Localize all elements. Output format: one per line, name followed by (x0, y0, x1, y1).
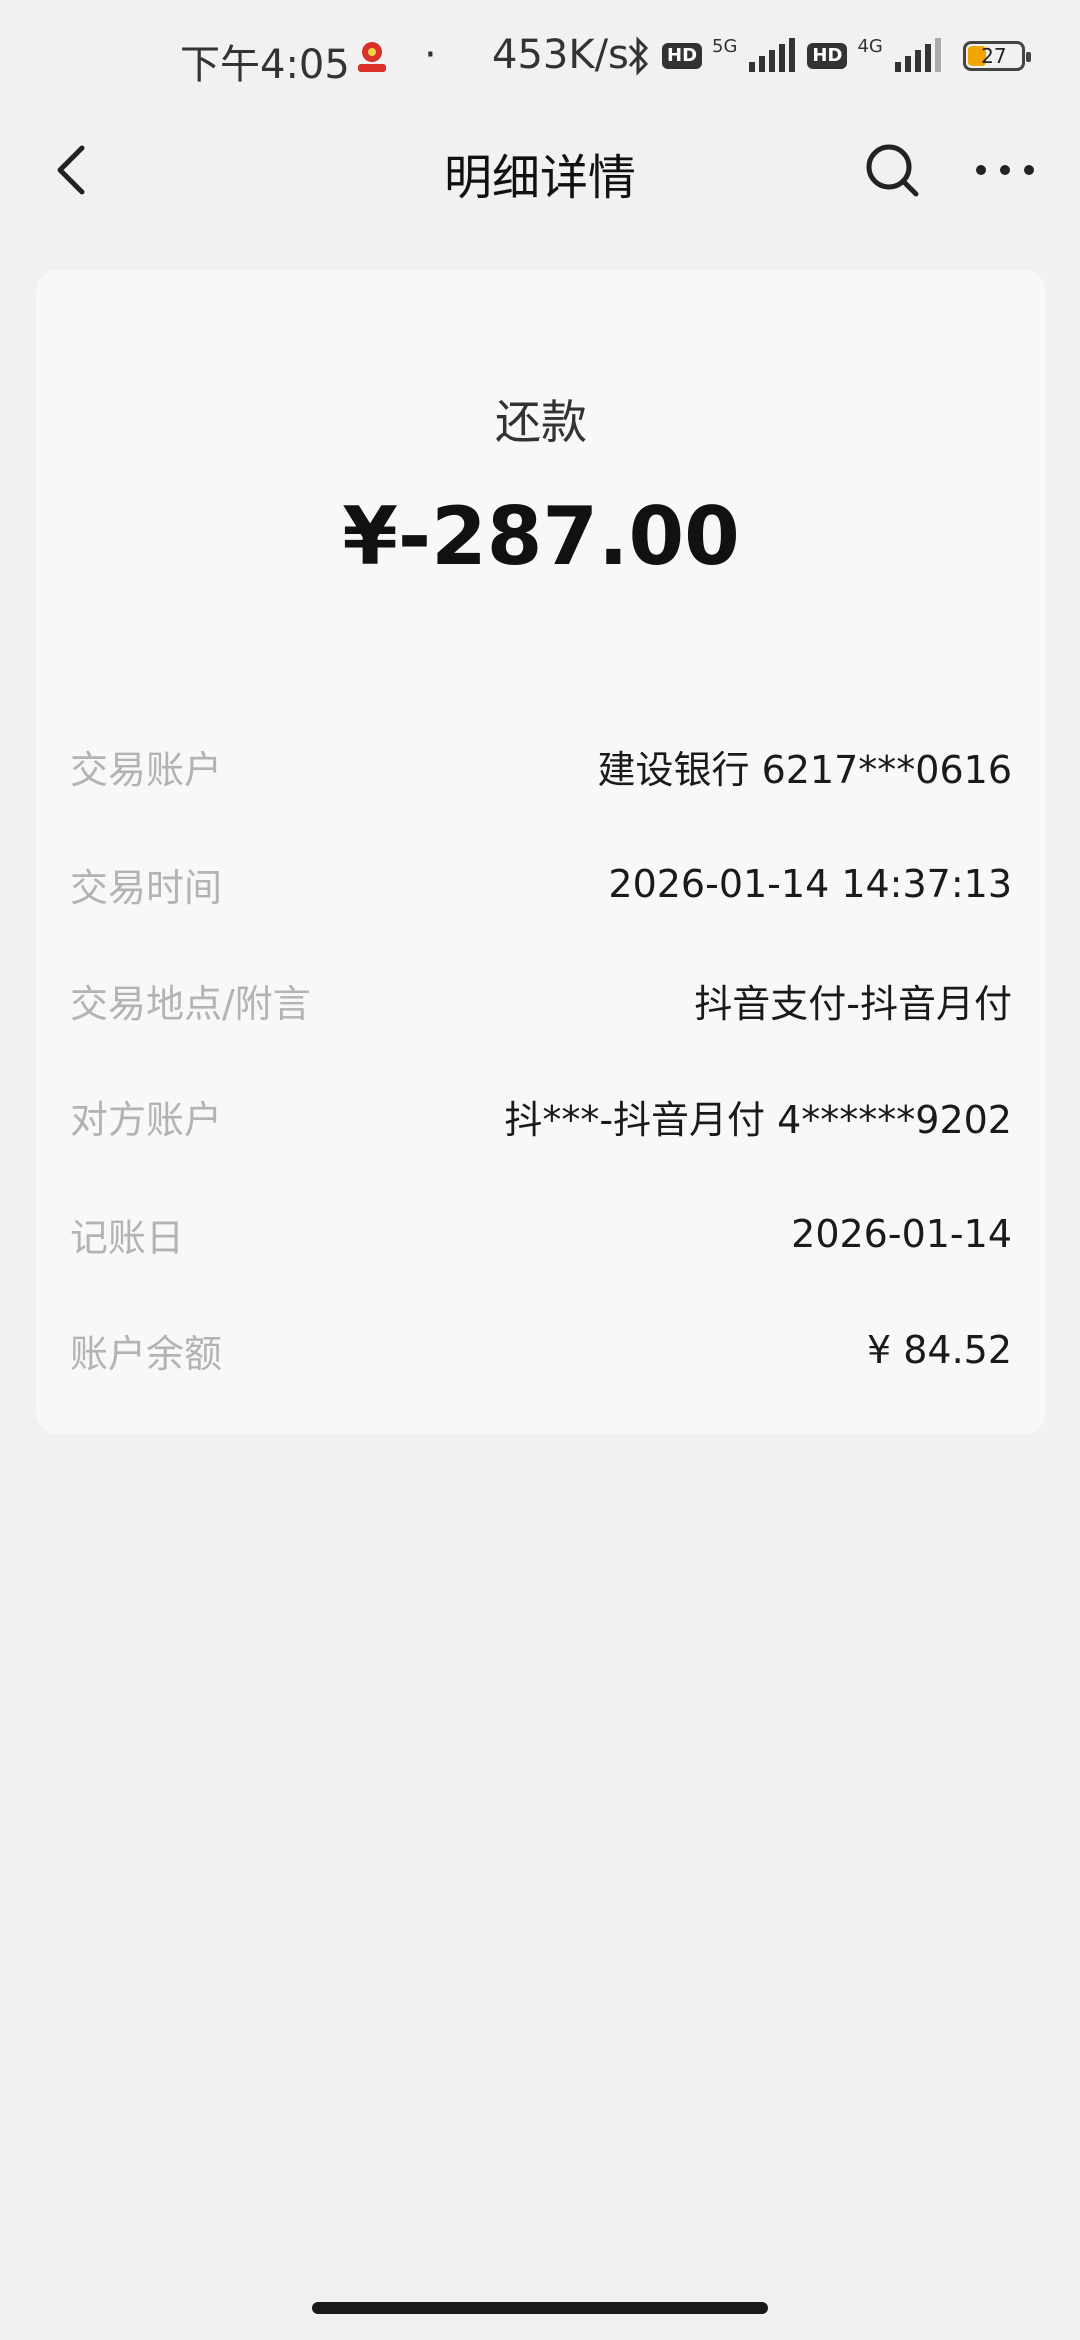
transaction-amount: ¥-287.00 (342, 490, 740, 583)
detail-label: 交易账户 (70, 747, 223, 792)
home-indicator[interactable] (312, 2302, 768, 2314)
status-dot: · (424, 32, 437, 78)
detail-row-counterparty: 对方账户 抖***-抖音月付 4******9202 (70, 1086, 1012, 1146)
detail-label: 交易地点/附言 (70, 981, 311, 1026)
search-icon[interactable] (862, 140, 922, 200)
network-label-5g: 5G (712, 35, 738, 57)
hd-badge: HD (662, 43, 703, 69)
detail-label: 对方账户 (70, 1097, 223, 1142)
detail-label: 记账日 (70, 1215, 185, 1260)
detail-label: 账户余额 (70, 1331, 223, 1376)
signal-bars-icon (749, 38, 796, 72)
detail-value: ¥ 84.52 (866, 1328, 1012, 1372)
transaction-type: 还款 (495, 395, 587, 449)
status-bar: 下午4:05 · 453K/s HD 5G HD 4G 27 (0, 0, 1080, 120)
battery-icon: 27 (962, 41, 1031, 71)
network-label-4g: 4G (857, 35, 883, 57)
status-icons: HD 5G HD 4G 27 (626, 35, 1031, 76)
battery-percent: 27 (981, 44, 1007, 68)
navigation-bar: 明细详情 (0, 120, 1080, 220)
signal-bars-icon (894, 38, 941, 72)
status-time: 下午4:05 (180, 42, 350, 88)
detail-value: 2026-01-14 (791, 1212, 1012, 1256)
detail-label: 交易时间 (70, 865, 223, 910)
more-horizontal-icon[interactable] (970, 140, 1040, 200)
detail-row-location: 交易地点/附言 抖音支付-抖音月付 (70, 970, 1012, 1030)
detail-value: 2026-01-14 14:37:13 (608, 862, 1012, 906)
transaction-detail-card: 还款 ¥-287.00 交易账户 建设银行 6217***0616 交易时间 2… (36, 270, 1046, 1434)
detail-value: 抖***-抖音月付 4******9202 (504, 1097, 1012, 1142)
detail-value: 抖音支付-抖音月付 (694, 981, 1012, 1026)
red-badge-icon (358, 42, 386, 72)
detail-value: 建设银行 6217***0616 (597, 747, 1013, 792)
detail-row-time: 交易时间 2026-01-14 14:37:13 (70, 854, 1012, 914)
detail-row-balance: 账户余额 ¥ 84.52 (70, 1320, 1012, 1380)
network-speed: 453K/s (492, 32, 629, 78)
detail-row-account: 交易账户 建设银行 6217***0616 (70, 736, 1012, 796)
hd-badge: HD (807, 43, 848, 69)
bluetooth-icon (628, 36, 649, 76)
detail-row-posting-date: 记账日 2026-01-14 (70, 1204, 1012, 1264)
